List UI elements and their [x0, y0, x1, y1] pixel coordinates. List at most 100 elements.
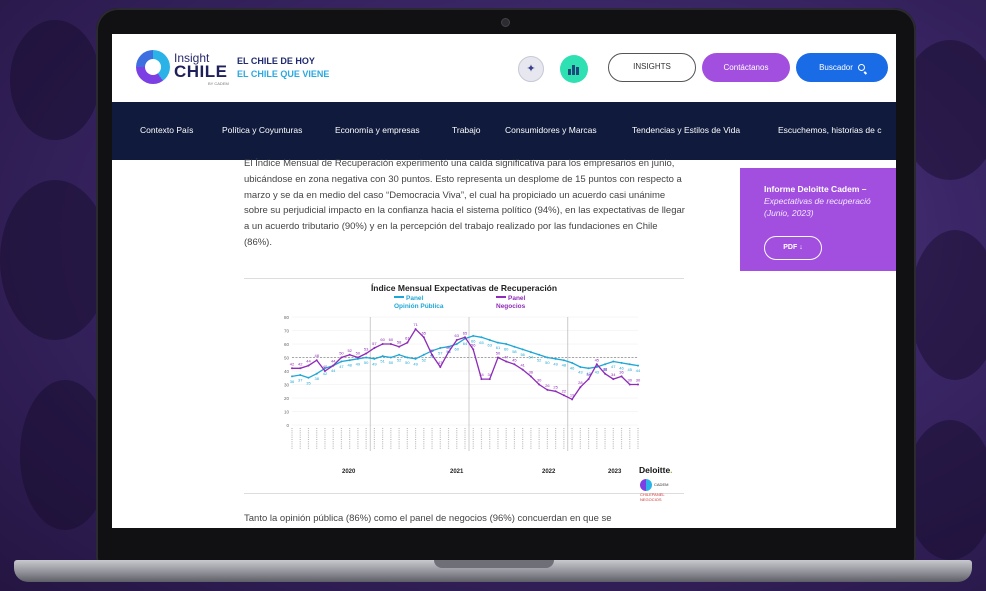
year-label-2022: 2022: [542, 469, 556, 475]
data-point: [389, 343, 392, 345]
legend-negocios: Panel Negocios: [496, 295, 525, 311]
data-label: 50: [496, 351, 501, 356]
data-point: [406, 356, 409, 359]
insight-chile-logo-icon[interactable]: [136, 50, 170, 84]
data-label: 34: [479, 372, 484, 377]
nav-item-escuchemos[interactable]: Escuchemos, historias de c: [778, 125, 881, 135]
data-point: [637, 383, 639, 386]
data-point: [340, 360, 343, 363]
data-label: 41: [520, 363, 525, 368]
report-date: (Junio, 2023): [764, 208, 814, 218]
y-tick-label: 20: [284, 396, 290, 401]
university-seal-icon[interactable]: ✦: [518, 56, 544, 82]
data-label: 47: [611, 364, 616, 369]
deloitte-logo: Deloitte.: [639, 465, 673, 475]
data-point: [620, 361, 623, 364]
line-chart-plot: 0102030405060708036 373538424447 48 49 50 495…: [284, 315, 641, 451]
data-label: 45: [595, 357, 600, 362]
nav-item-tendencias[interactable]: Tendencias y Estilos de Vida: [632, 125, 740, 135]
report-title: Informe Deloitte Cadem –: [764, 184, 867, 194]
data-point: [579, 365, 582, 368]
data-point: [340, 356, 343, 359]
nav-item-politica[interactable]: Política y Coyunturas: [222, 125, 302, 135]
data-point: [389, 356, 392, 359]
data-point: [604, 372, 607, 375]
data-point: [381, 343, 384, 345]
bar-chart-icon[interactable]: [560, 55, 588, 83]
data-point: [291, 375, 293, 378]
data-point: [447, 351, 450, 354]
data-point: [620, 375, 623, 378]
data-label: 50: [389, 360, 394, 365]
cadem-logo-subtext: CHILEPANEL NEGOCIOS: [640, 492, 665, 502]
data-point: [398, 353, 401, 356]
data-label: 52: [537, 357, 542, 362]
article-paragraph: El Índice Mensual de Recuperación experi…: [244, 158, 685, 248]
nav-item-contexto-pais[interactable]: Contexto País: [140, 125, 193, 135]
data-label: 49: [356, 361, 361, 366]
data-point: [431, 353, 434, 356]
y-tick-label: 60: [284, 342, 290, 347]
data-label: 43: [595, 369, 600, 374]
data-label: 50: [405, 360, 410, 365]
pdf-download-button[interactable]: PDF ↓: [764, 236, 822, 260]
data-point: [348, 359, 351, 362]
data-point: [480, 378, 483, 381]
data-point: [414, 357, 417, 360]
data-point: [637, 364, 639, 367]
data-label: 63: [455, 333, 460, 338]
nav-item-consumidores[interactable]: Consumidores y Marcas: [505, 125, 597, 135]
data-label: 56: [520, 352, 525, 357]
data-point: [513, 363, 516, 366]
data-point: [315, 359, 318, 362]
search-button[interactable]: Buscador: [796, 53, 888, 82]
data-label: 50: [364, 360, 369, 365]
data-label: 38: [314, 376, 319, 381]
deloitte-logo-text: Deloitte: [639, 465, 671, 475]
data-point: [571, 361, 574, 364]
data-label: 57: [438, 351, 443, 356]
data-label: 51: [380, 359, 385, 364]
data-point: [587, 367, 590, 370]
data-label: 47: [504, 355, 509, 360]
laptop-hinge-notch: [434, 560, 554, 568]
y-tick-label: 0: [286, 423, 289, 428]
data-point: [332, 364, 335, 367]
data-label: 36: [290, 379, 295, 384]
report-subtitle: Expectativas de recuperació: [764, 196, 871, 206]
legend-label-negocios-2: Negocios: [496, 303, 526, 310]
data-label: 37: [298, 378, 303, 383]
data-point: [299, 374, 302, 377]
data-point: [307, 376, 310, 379]
data-label: 30: [628, 378, 633, 383]
data-point: [422, 336, 425, 339]
data-label: 49: [372, 361, 377, 366]
data-point: [315, 372, 318, 375]
insights-button[interactable]: INSIGHTS: [608, 53, 696, 82]
data-point: [529, 375, 532, 378]
y-tick-label: 70: [284, 329, 290, 334]
data-label: 71: [413, 322, 418, 327]
data-point: [439, 365, 442, 368]
laptop-base: [14, 560, 972, 582]
data-point: [488, 378, 491, 381]
data-point: [323, 370, 326, 372]
nav-item-economia[interactable]: Economía y empresas: [335, 125, 420, 135]
data-point: [521, 348, 524, 351]
data-point: [365, 352, 368, 355]
data-label: 34: [586, 372, 591, 377]
data-label: 65: [463, 330, 468, 335]
contact-button[interactable]: Contáctanos: [702, 53, 790, 82]
data-label: 61: [496, 345, 501, 350]
data-label: 50: [356, 351, 361, 356]
series-line-negocios: [292, 328, 638, 401]
data-point: [538, 353, 541, 356]
legend-label-opinion-1: Panel: [406, 295, 424, 302]
data-point: [571, 398, 574, 401]
data-point: [595, 363, 598, 366]
nav-item-trabajo[interactable]: Trabajo: [452, 125, 481, 135]
data-label: 42: [298, 361, 303, 366]
year-label-2020: 2020: [342, 469, 356, 475]
report-download-card[interactable]: Informe Deloitte Cadem – Expectativas de…: [740, 168, 896, 271]
data-label: 36: [529, 369, 534, 374]
